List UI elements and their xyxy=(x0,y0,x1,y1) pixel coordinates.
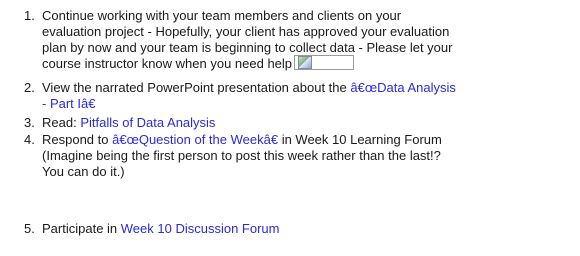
item-body: Participate in Week 10 Discussion Forum xyxy=(42,221,562,237)
item-4-line-2: (Imagine being the first person to post … xyxy=(42,148,441,163)
item-5-prefix: Participate in xyxy=(42,221,121,236)
item-2-line-2: - Part Iâ€ xyxy=(42,96,562,112)
item-1-line-2: evaluation project - Hopefully, your cli… xyxy=(42,24,450,39)
item-2-prefix: View the narrated PowerPoint presentatio… xyxy=(42,80,351,95)
item-1-line-3: plan by now and your team is beginning t… xyxy=(42,40,453,55)
item-4-suffix: in Week 10 Learning Forum xyxy=(278,132,442,147)
item-number: 4. xyxy=(24,132,35,147)
item-1-line-4: course instructor know when you need hel… xyxy=(42,56,293,71)
item-number: 1. xyxy=(24,8,35,23)
data-analysis-presentation-link[interactable]: â€œData Analysis xyxy=(350,80,456,95)
item-2-line-1: View the narrated PowerPoint presentatio… xyxy=(42,80,562,96)
image-icon[interactable] xyxy=(298,56,313,70)
item-1-line-1: Continue working with your team members … xyxy=(42,8,402,23)
item-number: 3. xyxy=(24,115,35,130)
pitfalls-link[interactable]: Pitfalls of Data Analysis xyxy=(80,115,215,130)
item-4-line-3: You can do it.) xyxy=(42,164,125,179)
item-4-prefix: Respond to xyxy=(42,132,113,147)
discussion-forum-link[interactable]: Week 10 Discussion Forum xyxy=(121,221,280,236)
item-body: Read: Pitfalls of Data Analysis xyxy=(42,115,562,131)
item-5-line-1: Participate in Week 10 Discussion Forum xyxy=(42,221,562,237)
item-number: 2. xyxy=(24,80,35,95)
data-analysis-presentation-link-cont[interactable]: - Part Iâ€ xyxy=(42,96,95,111)
item-1-line-4-wrap: course instructor know when you need hel… xyxy=(42,55,562,72)
item-3-line-1: Read: Pitfalls of Data Analysis xyxy=(42,115,562,131)
item-body: Continue working with your team members … xyxy=(42,8,562,72)
item-number: 5. xyxy=(24,221,35,236)
item-4-line-1: Respond to â€œQuestion of the Weekâ€ in … xyxy=(42,132,562,148)
question-of-week-link[interactable]: â€œQuestion of the Weekâ€ xyxy=(112,132,278,147)
item-body: View the narrated PowerPoint presentatio… xyxy=(42,80,562,112)
item-3-prefix: Read: xyxy=(42,115,81,130)
item-body: Respond to â€œQuestion of the Weekâ€ in … xyxy=(42,132,562,180)
help-request-widget[interactable] xyxy=(294,55,355,71)
